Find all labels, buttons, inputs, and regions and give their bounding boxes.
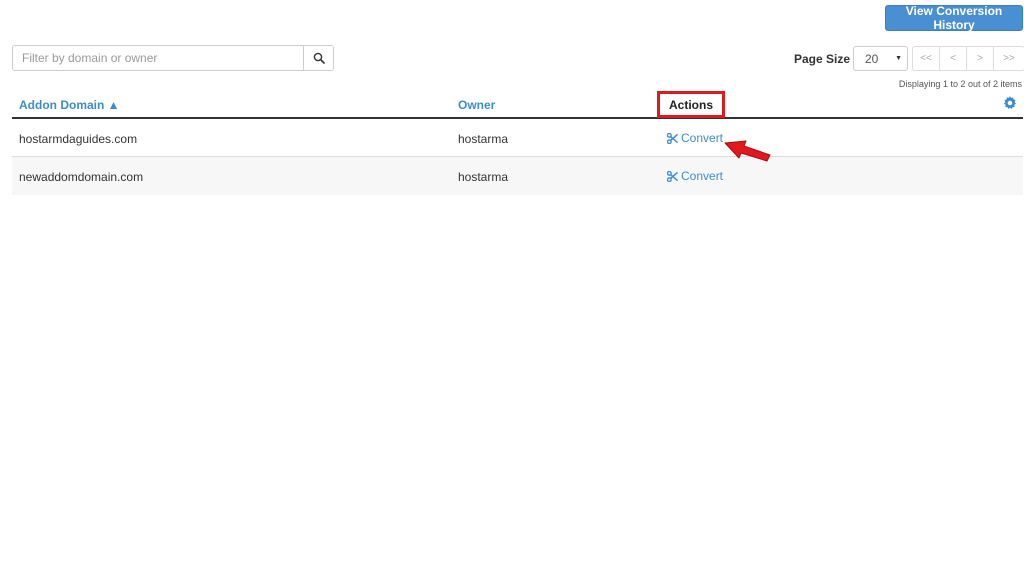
first-page-button[interactable]: << — [912, 46, 940, 71]
prev-page-button[interactable]: < — [939, 46, 967, 71]
addon-domains-table: Addon Domain ▲ Owner Actions hostarmdagu… — [12, 88, 1023, 195]
convert-label: Convert — [681, 169, 724, 183]
table-row: newaddomdomain.com hostarma Convert — [12, 157, 1023, 195]
table-header: Addon Domain ▲ Owner Actions — [12, 88, 1023, 119]
arrow-annotation-icon — [724, 140, 771, 162]
table-row: hostarmdaguides.com hostarma Convert — [12, 119, 1023, 157]
caret-down-icon: ▼ — [895, 55, 902, 62]
page-size-value: 20 — [865, 51, 879, 66]
page: View Conversion History Page Size 20 ▼ <… — [0, 0, 1024, 576]
search-bar — [12, 45, 334, 71]
convert-label: Convert — [681, 131, 724, 145]
column-header-actions: Actions — [657, 91, 725, 118]
search-icon — [313, 52, 325, 64]
next-page-button[interactable]: > — [966, 46, 994, 71]
view-conversion-history-button[interactable]: View Conversion History — [885, 4, 1023, 32]
convert-link[interactable]: Convert — [667, 169, 723, 183]
column-header-owner[interactable]: Owner — [458, 98, 495, 112]
page-size-select[interactable]: 20 ▼ — [853, 46, 908, 71]
convert-link[interactable]: Convert — [667, 131, 723, 145]
row-domain: newaddomdomain.com — [19, 170, 144, 184]
row-owner: hostarma — [458, 170, 509, 184]
scissors-icon — [667, 170, 678, 182]
row-domain: hostarmdaguides.com — [19, 132, 138, 146]
scissors-icon — [667, 132, 678, 144]
search-input[interactable] — [13, 46, 303, 70]
row-owner: hostarma — [458, 132, 509, 146]
gear-icon[interactable] — [1003, 96, 1017, 110]
page-size-label: Page Size — [793, 52, 850, 66]
search-button[interactable] — [303, 46, 333, 70]
column-header-addon-domain[interactable]: Addon Domain ▲ — [19, 98, 120, 112]
last-page-button[interactable]: >> — [993, 46, 1024, 71]
pagination-controls: << < > >> — [912, 46, 1024, 71]
